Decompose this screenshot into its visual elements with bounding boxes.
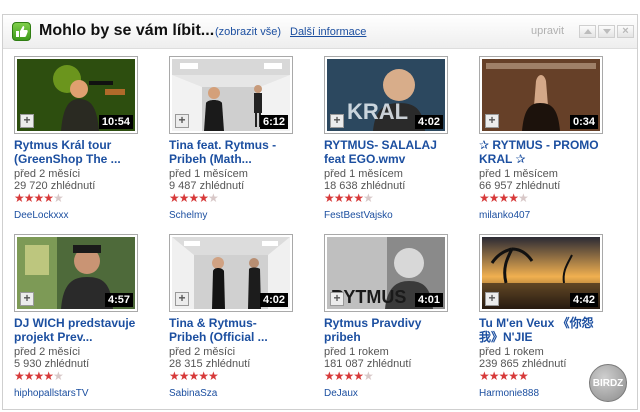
video-thumbnail[interactable]: + 4:42 — [479, 234, 603, 312]
video-duration: 4:02 — [414, 115, 443, 129]
chevron-up-icon — [584, 29, 592, 34]
video-title[interactable]: Tu M'en Veux 《你怨 我》N'JIE — [479, 316, 629, 344]
video-thumbnail[interactable]: + 10:54 — [14, 56, 138, 134]
video-thumbnail[interactable]: + 4:02 — [169, 234, 293, 312]
move-down-button[interactable] — [598, 25, 615, 38]
close-icon: × — [622, 25, 629, 37]
video-author[interactable]: DeeLockxxx — [14, 210, 68, 221]
video-duration: 6:12 — [259, 115, 288, 129]
video-card[interactable]: + 6:12 Tina feat. Rytmus - Pribeh (Math..… — [169, 56, 319, 232]
rating-stars: ★★★★★ — [324, 369, 374, 383]
panel-title: Mohlo by se vám líbit... — [39, 22, 215, 39]
add-to-queue-button[interactable]: + — [20, 292, 34, 306]
add-to-queue-button[interactable]: + — [330, 114, 344, 128]
add-to-queue-button[interactable]: + — [20, 114, 34, 128]
video-age: před 1 rokem — [324, 346, 389, 358]
video-card[interactable]: + 4:02 Tina & Rytmus- Pribeh (Official ..… — [169, 234, 319, 410]
video-title[interactable]: RYTMUS- SALALAJ feat EGO.wmv — [324, 138, 474, 166]
video-title[interactable]: Tina feat. Rytmus - Pribeh (Math... — [169, 138, 319, 166]
video-age: před 1 měsícem — [479, 168, 558, 180]
rating-stars: ★★★★★ — [14, 369, 64, 383]
video-title[interactable]: Rytmus Král tour (GreenShop The ... — [14, 138, 164, 166]
video-duration: 4:42 — [569, 293, 598, 307]
edit-link[interactable]: upravit — [531, 25, 564, 37]
panel-header: Mohlo by se vám líbit... (zobrazit vše) … — [3, 15, 637, 49]
add-to-queue-button[interactable]: + — [175, 292, 189, 306]
video-age: před 2 měsíci — [169, 346, 236, 358]
view-all-link[interactable]: (zobrazit vše) — [215, 26, 281, 38]
video-duration: 4:02 — [259, 293, 288, 307]
add-to-queue-button[interactable]: + — [330, 292, 344, 306]
add-to-queue-button[interactable]: + — [175, 114, 189, 128]
video-duration: 10:54 — [98, 115, 133, 129]
move-up-button[interactable] — [579, 25, 596, 38]
video-duration: 4:57 — [104, 293, 133, 307]
rating-stars: ★★★★★ — [169, 369, 219, 383]
video-duration: 4:01 — [414, 293, 443, 307]
rating-stars: ★★★★★ — [479, 369, 529, 383]
watermark-logo: BIRDZ — [589, 364, 627, 402]
video-author[interactable]: hiphopallstarsTV — [14, 388, 88, 399]
add-to-queue-button[interactable]: + — [485, 292, 499, 306]
video-card[interactable]: + 4:57 DJ WICH predstavuje projekt Prev..… — [14, 234, 164, 410]
video-thumbnail[interactable]: RYTMUS + 4:01 — [324, 234, 448, 312]
rating-stars: ★★★★★ — [324, 191, 374, 205]
video-thumbnail[interactable]: + 4:57 — [14, 234, 138, 312]
video-author[interactable]: Schelmy — [169, 210, 207, 221]
video-duration: 0:34 — [569, 115, 598, 129]
video-author[interactable]: milanko407 — [479, 210, 530, 221]
video-author[interactable]: Harmonie888 — [479, 388, 539, 399]
rating-stars: ★★★★★ — [14, 191, 64, 205]
chevron-down-icon — [603, 29, 611, 34]
video-thumbnail[interactable]: + 6:12 — [169, 56, 293, 134]
add-to-queue-button[interactable]: + — [485, 114, 499, 128]
video-age: před 1 měsícem — [169, 168, 248, 180]
video-thumbnail[interactable]: + 0:34 — [479, 56, 603, 134]
video-card[interactable]: KRAL + 4:02 RYTMUS- SALALAJ feat EGO.wmv … — [324, 56, 474, 232]
video-age: před 2 měsíci — [14, 168, 81, 180]
video-author[interactable]: SabinaSza — [169, 388, 217, 399]
close-button[interactable]: × — [617, 25, 634, 38]
video-thumbnail[interactable]: KRAL + 4:02 — [324, 56, 448, 134]
svg-text:KRAL: KRAL — [347, 99, 408, 124]
video-author[interactable]: DeJaux — [324, 388, 358, 399]
video-author[interactable]: FestBestVajsko — [324, 210, 393, 221]
video-age: před 1 měsícem — [324, 168, 403, 180]
more-info-link[interactable]: Další informace — [290, 26, 366, 38]
video-card[interactable]: + 10:54 Rytmus Král tour (GreenShop The .… — [14, 56, 164, 232]
video-title[interactable]: ✰ RYTMUS - PROMO KRAL ✰ — [479, 138, 629, 166]
video-title[interactable]: Rytmus Pravdivy pribeh — [324, 316, 474, 344]
video-card[interactable]: + 0:34 ✰ RYTMUS - PROMO KRAL ✰ před 1 měs… — [479, 56, 629, 232]
video-age: před 1 rokem — [479, 346, 544, 358]
video-card[interactable]: RYTMUS + 4:01 Rytmus Pravdivy pribeh před… — [324, 234, 474, 410]
rating-stars: ★★★★★ — [479, 191, 529, 205]
video-age: před 2 měsíci — [14, 346, 81, 358]
video-title[interactable]: Tina & Rytmus- Pribeh (Official ... — [169, 316, 319, 344]
thumbs-up-icon — [12, 22, 31, 41]
rating-stars: ★★★★★ — [169, 191, 219, 205]
video-title[interactable]: DJ WICH predstavuje projekt Prev... — [14, 316, 164, 344]
